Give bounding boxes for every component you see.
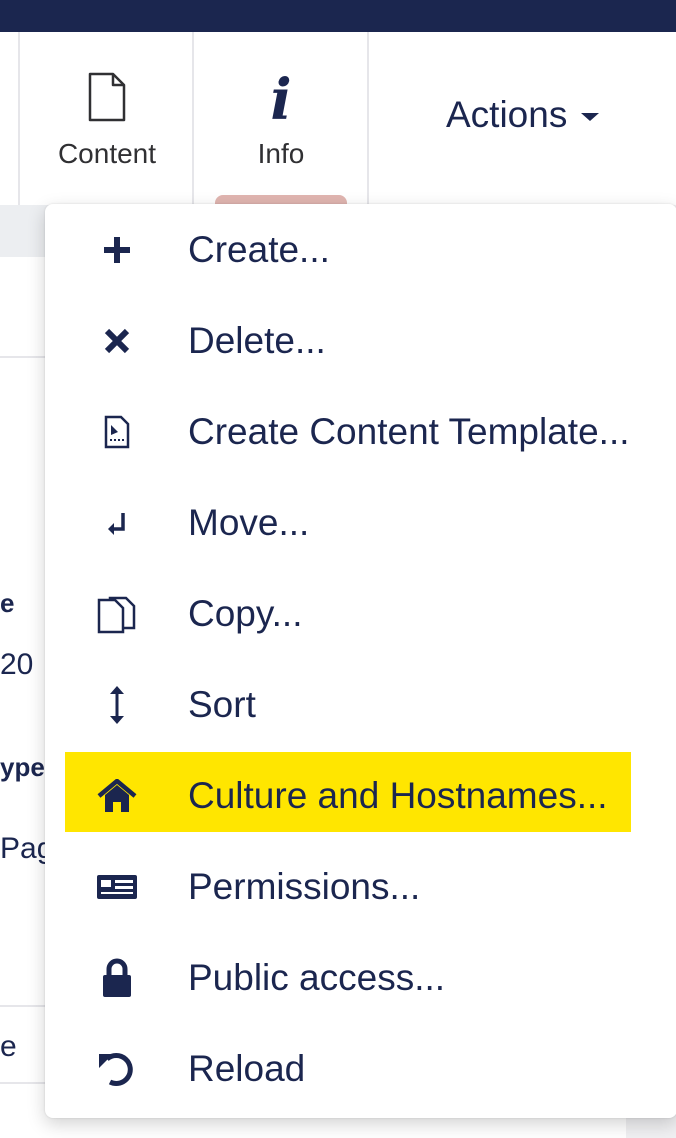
menu-item-public-access[interactable]: Public access...: [45, 932, 676, 1023]
top-bar: [0, 0, 676, 32]
tab-content[interactable]: Content: [20, 32, 194, 205]
caret-down-icon: [581, 113, 600, 121]
plus-icon: [95, 204, 139, 295]
menu-item-create[interactable]: Create...: [45, 204, 676, 295]
menu-item-label: Public access...: [188, 957, 446, 998]
menu-item-label: Move...: [188, 502, 310, 543]
tab-info-label: Info: [257, 138, 305, 169]
menu-item-label: Create Content Template...: [188, 411, 630, 452]
template-icon: [95, 386, 139, 477]
input-field[interactable]: e: [0, 1030, 17, 1064]
permissions-icon: [95, 841, 139, 932]
menu-item-culture-and-hostnames[interactable]: Culture and Hostnames...: [45, 750, 676, 841]
actions-menu: Create... Delete... Create Content Templ…: [45, 204, 676, 1118]
copy-icon: [95, 568, 139, 659]
menu-item-label: Delete...: [188, 320, 326, 361]
actions-button[interactable]: Actions: [446, 94, 600, 136]
home-icon: [95, 750, 139, 841]
tab-content-label: Content: [57, 138, 157, 169]
lock-icon: [95, 932, 139, 1023]
menu-item-sort[interactable]: Sort: [45, 659, 676, 750]
menu-item-create-content-template[interactable]: Create Content Template...: [45, 386, 676, 477]
sort-icon: [95, 659, 139, 750]
document-icon: [20, 72, 194, 128]
property-label: e: [0, 588, 15, 618]
property-label: ype: [0, 752, 45, 782]
close-icon: [95, 295, 139, 386]
menu-item-label: Permissions...: [188, 866, 421, 907]
menu-item-copy[interactable]: Copy...: [45, 568, 676, 659]
menu-item-label: Reload: [188, 1048, 306, 1089]
menu-item-reload[interactable]: Reload: [45, 1023, 676, 1114]
tab-info[interactable]: i Info: [194, 32, 368, 205]
menu-item-permissions[interactable]: Permissions...: [45, 841, 676, 932]
reload-icon: [95, 1023, 139, 1114]
menu-item-move[interactable]: Move...: [45, 477, 676, 568]
menu-item-label: Create...: [188, 229, 330, 270]
menu-item-label: Sort: [188, 684, 256, 725]
info-icon: i: [270, 67, 292, 133]
property-value: 20: [0, 648, 34, 681]
menu-item-label: Culture and Hostnames...: [188, 775, 608, 816]
menu-item-delete[interactable]: Delete...: [45, 295, 676, 386]
move-icon: [95, 477, 139, 568]
menu-item-label: Copy...: [188, 593, 303, 634]
actions-label: Actions: [446, 94, 568, 135]
